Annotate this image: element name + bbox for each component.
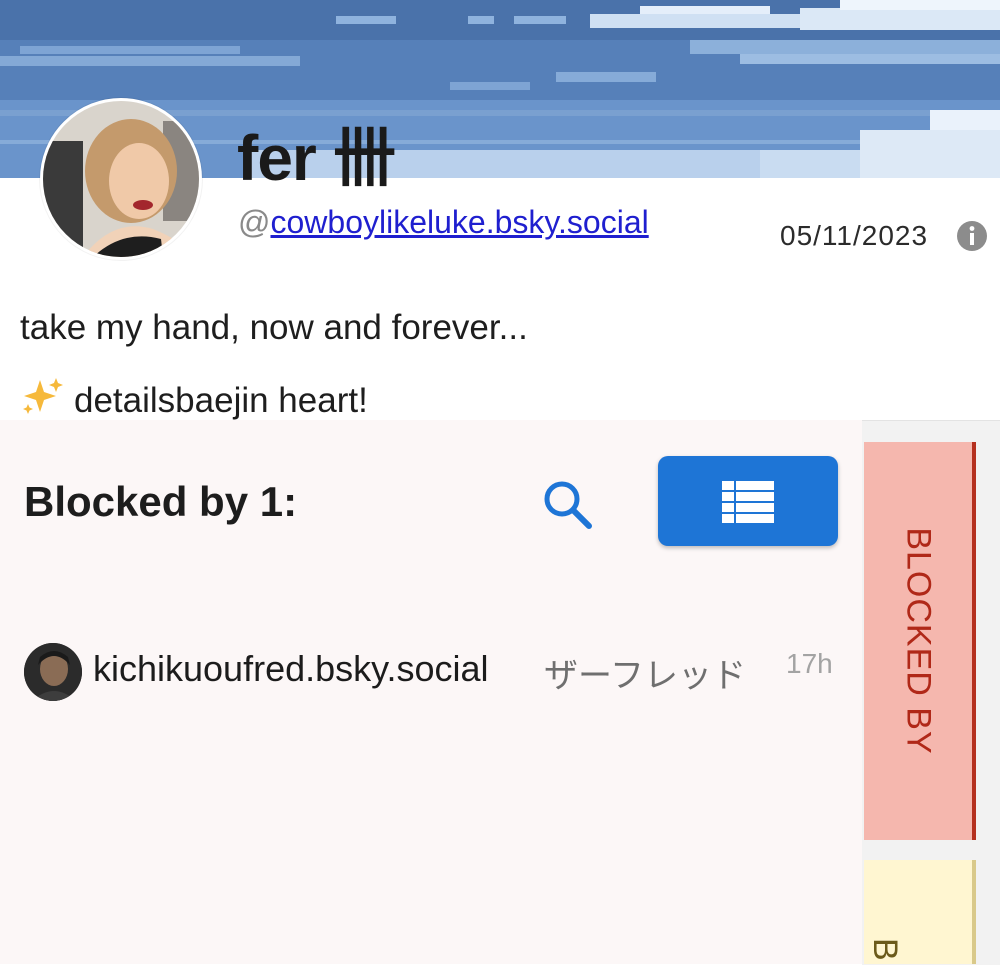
tab-blocked-by[interactable]: BLOCKED BY <box>864 442 976 840</box>
list-view-button[interactable] <box>658 456 838 546</box>
tab-blocked-by-label: BLOCKED BY <box>899 527 938 755</box>
info-icon[interactable] <box>956 220 988 252</box>
profile-display-name: fer 卌 <box>237 122 397 194</box>
avatar-image <box>43 101 199 257</box>
bio-line-2: detailsbaejin heart! <box>20 376 368 425</box>
avatar[interactable] <box>24 643 82 701</box>
entry-avatar-image <box>24 643 82 701</box>
bio-line-2-text: detailsbaejin heart! <box>74 381 368 420</box>
info-icon-glyph <box>957 221 987 251</box>
handle-link[interactable]: cowboylikeluke.bsky.social <box>270 204 648 240</box>
entry-handle[interactable]: kichikuoufred.bsky.social <box>93 648 489 690</box>
search-button[interactable] <box>537 474 597 534</box>
handle-prefix: @ <box>238 204 271 240</box>
list-icon <box>722 481 774 523</box>
tab-blocking-label: B <box>866 938 904 961</box>
profile-handle: @cowboylikeluke.bsky.social <box>238 204 649 241</box>
tab-blocking[interactable]: B <box>864 860 976 964</box>
entry-timestamp: 17h <box>786 648 833 679</box>
list-item[interactable]: kichikuoufred.bsky.social ザーフレッド 17h <box>24 642 854 702</box>
profile-avatar[interactable] <box>40 98 202 260</box>
bio-line-1: take my hand, now and forever... <box>20 308 528 347</box>
entry-display-name: ザーフレッド <box>544 657 746 695</box>
panel-title: Blocked by 1: <box>24 478 298 525</box>
sparkles-icon <box>20 376 64 425</box>
join-date: 05/11/2023 <box>780 220 929 251</box>
search-icon <box>544 481 592 529</box>
